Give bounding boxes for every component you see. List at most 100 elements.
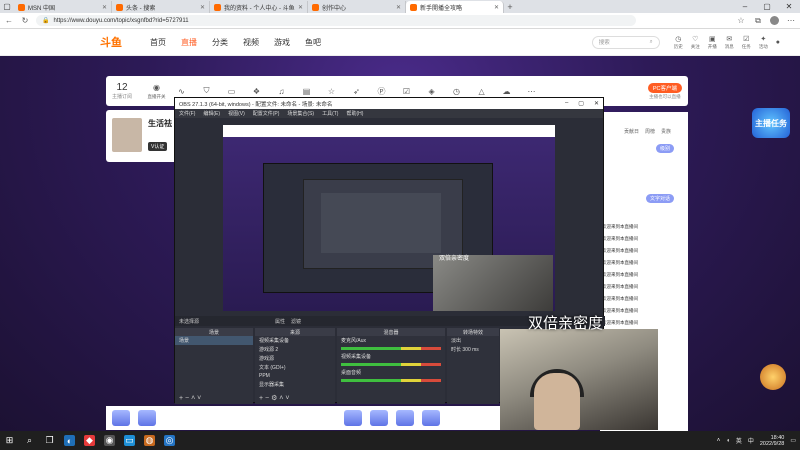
source-item[interactable]: 文本 (GDI+): [255, 363, 335, 372]
chat-mode-button[interactable]: 文字对话: [646, 194, 675, 203]
follow-button[interactable]: ♡ 关注: [691, 35, 700, 50]
tool-shield[interactable]: ⛉: [194, 86, 219, 96]
task-view-icon[interactable]: ❐: [44, 435, 55, 446]
gift-icon[interactable]: [422, 410, 440, 426]
source-add-remove-icons[interactable]: + − ⚙ ˄ ˅: [259, 394, 289, 402]
tool-bag[interactable]: ◈: [419, 87, 444, 96]
url-field[interactable]: 🔒 https://www.douyu.com/topic/xsgnfbd?ri…: [36, 15, 636, 26]
scene-add-remove-icons[interactable]: + − ˄ ˅: [179, 395, 201, 402]
site-search-input[interactable]: 搜索 ⌕: [591, 35, 660, 49]
menu-tools[interactable]: 工具(T): [322, 110, 338, 117]
tool-triangle[interactable]: △: [469, 87, 494, 96]
minimize-icon[interactable]: –: [565, 100, 568, 107]
nav-category[interactable]: 分类: [212, 37, 228, 48]
close-tab-icon[interactable]: ✕: [298, 4, 303, 11]
tab-rank-week[interactable]: 周榜: [645, 128, 655, 135]
tab-rank-day[interactable]: 贡献日: [624, 128, 639, 135]
tool-p[interactable]: Ⓟ: [369, 86, 394, 97]
new-tab-button[interactable]: +: [504, 1, 516, 13]
tool-chart[interactable]: ▤: [294, 87, 319, 96]
back-icon[interactable]: ←: [4, 16, 14, 26]
tab-creator[interactable]: 创作中心 ✕: [308, 1, 406, 13]
verify-badge[interactable]: V认证: [148, 142, 168, 151]
nav-home[interactable]: 首页: [150, 37, 166, 48]
obs-preview[interactable]: 双倍亲密度: [223, 125, 555, 311]
live-switch-tool[interactable]: ◉ 直播开关: [144, 83, 169, 100]
event-badge-icon[interactable]: [760, 364, 786, 390]
favorite-star-icon[interactable]: ☆: [736, 16, 746, 26]
maximize-icon[interactable]: ▢: [578, 100, 584, 107]
profile-avatar[interactable]: [770, 16, 779, 25]
gift-icon[interactable]: [112, 410, 130, 426]
search-icon[interactable]: ⌕: [24, 435, 35, 446]
ime-lang-2[interactable]: 中: [748, 436, 754, 445]
folder-icon[interactable]: ▭: [124, 435, 135, 446]
refresh-icon[interactable]: ↻: [20, 16, 30, 26]
close-window-icon[interactable]: ✕: [778, 0, 800, 13]
tool-check[interactable]: ☑: [394, 87, 419, 96]
tool-more[interactable]: ⋯: [519, 87, 544, 96]
close-tab-icon[interactable]: ✕: [494, 4, 499, 11]
task-button[interactable]: ☑ 任务: [742, 35, 751, 50]
source-item[interactable]: 游戏源 2: [255, 345, 335, 354]
tool-gift[interactable]: ❖: [244, 87, 269, 96]
gift-icon[interactable]: [370, 410, 388, 426]
properties-button[interactable]: 属性: [275, 318, 285, 325]
gift-icon[interactable]: [138, 410, 156, 426]
more-icon[interactable]: ⋯: [786, 16, 796, 26]
tool-cloud[interactable]: ☁: [494, 87, 519, 96]
tab-msn[interactable]: MSN 中国 ✕: [14, 1, 112, 13]
close-tab-icon[interactable]: ✕: [102, 4, 107, 11]
streamer-avatar[interactable]: [112, 118, 142, 152]
streamer-task-badge[interactable]: 主播任务: [752, 108, 790, 138]
menu-edit[interactable]: 编辑(E): [203, 110, 220, 117]
steam-icon[interactable]: ◐: [64, 435, 75, 446]
source-item[interactable]: 视频采集设备: [255, 336, 335, 345]
nav-game[interactable]: 游戏: [274, 37, 290, 48]
menu-help[interactable]: 帮助(H): [346, 110, 363, 117]
transition-duration[interactable]: 时长 300 ms: [447, 345, 499, 354]
minimize-icon[interactable]: –: [734, 0, 756, 13]
live-button[interactable]: ▣ 开播: [708, 35, 717, 50]
filters-button[interactable]: 滤镜: [291, 318, 301, 325]
tab-noble[interactable]: 贵族: [661, 128, 671, 135]
activity-button[interactable]: ✦ 活动: [759, 35, 768, 50]
mixer-meter[interactable]: [341, 347, 441, 350]
history-button[interactable]: ◷ 历史: [674, 35, 683, 50]
tool-star[interactable]: ☆: [319, 87, 344, 96]
gift-icon[interactable]: [344, 410, 362, 426]
menu-view[interactable]: 视图(V): [228, 110, 245, 117]
tab-toutiao[interactable]: 头条 - 搜索 ✕: [112, 1, 210, 13]
mixer-meter[interactable]: [341, 363, 441, 366]
clock[interactable]: 18:40 2022/9/28: [760, 435, 784, 447]
app-red-icon[interactable]: ◆: [84, 435, 95, 446]
menu-file[interactable]: 文件(F): [179, 110, 195, 117]
tool-rocket[interactable]: ➶: [344, 87, 369, 96]
collections-icon[interactable]: ⧉: [753, 16, 763, 26]
nav-live[interactable]: 直播: [181, 37, 197, 48]
tool-ad[interactable]: ▭: [219, 87, 244, 96]
ime-lang-1[interactable]: 英: [736, 436, 742, 445]
menu-profile[interactable]: 配置文件(P): [253, 110, 280, 117]
close-tab-icon[interactable]: ✕: [200, 4, 205, 11]
menu-scene-collection[interactable]: 场景集合(S): [287, 110, 314, 117]
tool-waveform[interactable]: ∿: [169, 87, 194, 96]
scene-item[interactable]: 场景: [175, 336, 253, 345]
maximize-icon[interactable]: ▢: [756, 0, 778, 13]
pc-client-button[interactable]: PC客户端 主播也可以直播: [647, 82, 682, 100]
user-avatar[interactable]: ●: [776, 39, 780, 46]
close-icon[interactable]: ✕: [594, 100, 599, 107]
source-item[interactable]: 游戏源: [255, 354, 335, 363]
tool-music[interactable]: ♫: [269, 87, 294, 96]
nav-video[interactable]: 视频: [243, 37, 259, 48]
douyu-taskbar-icon[interactable]: ◍: [144, 435, 155, 446]
gift-icon[interactable]: [396, 410, 414, 426]
close-tab-icon[interactable]: ✕: [396, 4, 401, 11]
douyu-logo[interactable]: 斗鱼: [100, 34, 122, 50]
nav-yuba[interactable]: 鱼吧: [305, 37, 321, 48]
message-button[interactable]: ✉ 消息: [725, 35, 734, 50]
windows-start-icon[interactable]: ⊞: [4, 435, 15, 446]
transition-select[interactable]: 淡出: [447, 336, 499, 345]
window-menu-icon[interactable]: ▢: [0, 0, 14, 13]
mixer-meter[interactable]: [341, 379, 441, 382]
